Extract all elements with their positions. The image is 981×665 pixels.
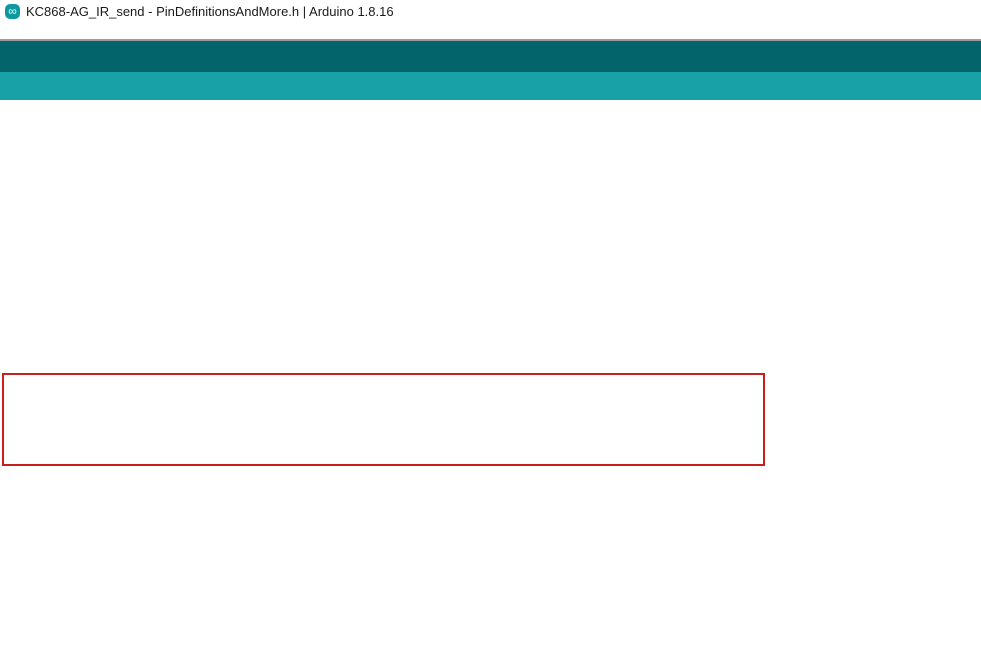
code-editor[interactable]: [0, 100, 981, 663]
window-titlebar: KC868-AG_IR_send - PinDefinitionsAndMore…: [0, 0, 981, 22]
code-content: [0, 100, 981, 106]
window-title: KC868-AG_IR_send - PinDefinitionsAndMore…: [26, 4, 394, 19]
toolbar: [0, 41, 981, 72]
red-highlight-annotation: [2, 373, 765, 466]
tab-strip: [0, 72, 981, 100]
arduino-logo-icon: [5, 4, 20, 19]
menu-bar: [0, 22, 981, 41]
